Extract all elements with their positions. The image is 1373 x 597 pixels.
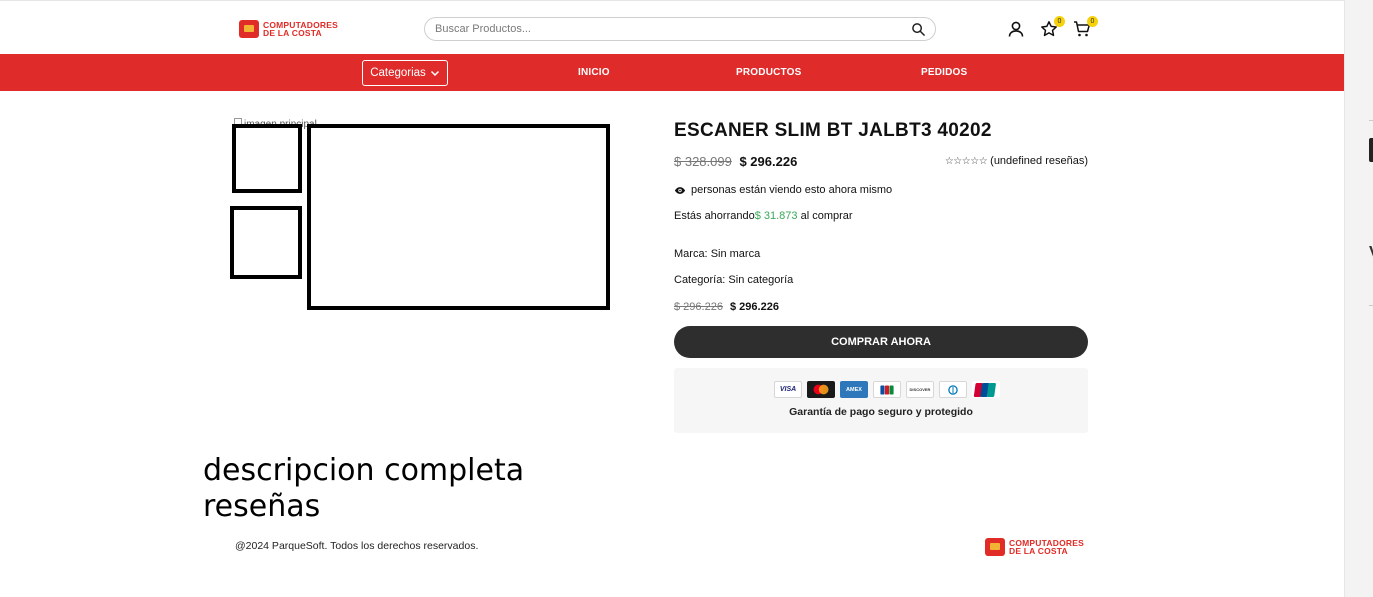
footer-logo[interactable]: COMPUTADORES DE LA COSTA — [985, 538, 1084, 556]
main-product-image — [307, 124, 610, 310]
top-header: COMPUTADORES DE LA COSTA 0 — [0, 0, 1344, 54]
saving-info: Estás ahorrando$ 31.873 al comprar — [674, 210, 853, 222]
category-label: Categoría: — [674, 274, 729, 286]
brand-value: Sin marca — [710, 248, 761, 260]
thumbnail-2[interactable] — [230, 206, 302, 279]
secondary-price-row: $ 296.226 $ 296.226 — [674, 301, 779, 313]
amex-card-icon: AMEX — [840, 381, 868, 398]
adjacent-window-tab-marker — [1369, 138, 1373, 162]
search-icon[interactable] — [911, 22, 926, 37]
account-button[interactable] — [1007, 20, 1025, 38]
viewing-text: personas están viendo esto ahora mismo — [691, 184, 893, 196]
current-price: $ 296.226 — [739, 154, 798, 169]
brand-info: Marca: Sin marca — [674, 248, 760, 260]
price-row: $ 328.099 $ 296.226 ☆☆☆☆☆ (undefined res… — [674, 154, 1088, 170]
payment-cards: VISA AMEX DISCOVER — [774, 381, 1000, 398]
footer-logo-line-2: DE LA COSTA — [1009, 546, 1068, 556]
old-price: $ 328.099 — [674, 154, 732, 169]
user-icon — [1008, 21, 1024, 37]
saving-prefix: Estás ahorrando — [674, 210, 755, 222]
brand-label: Marca: — [674, 248, 711, 260]
cart-button[interactable]: 0 — [1073, 16, 1098, 38]
search-bar — [424, 17, 936, 41]
nav-link-pedidos[interactable]: PEDIDOS — [921, 67, 967, 78]
nav-link-productos[interactable]: PRODUCTOS — [736, 67, 802, 78]
logo-mark-icon — [239, 20, 259, 38]
adjacent-window-edge: V — [1344, 0, 1373, 597]
payment-methods-box: VISA AMEX DISCOVER Garantía de pago segu… — [674, 368, 1088, 433]
secondary-old-price: $ 296.226 — [674, 301, 723, 313]
mastercard-card-icon — [807, 381, 835, 398]
diners-card-icon — [939, 381, 967, 398]
payment-guarantee-text: Garantía de pago seguro y protegido — [789, 406, 973, 418]
discover-card-icon: DISCOVER — [906, 381, 934, 398]
rating-stars-icon: ☆☆☆☆☆ — [944, 155, 988, 167]
main-navbar: Categorias INICIO PRODUCTOS PEDIDOS — [0, 54, 1344, 91]
buy-now-button[interactable]: COMPRAR AHORA — [674, 326, 1088, 358]
description-section-title: descripcion completa — [203, 453, 525, 488]
viewing-now: personas están viendo esto ahora mismo — [674, 184, 892, 196]
reviews-count: (undefined reseñas) — [990, 155, 1088, 167]
adjacent-window-letter: V — [1369, 244, 1373, 262]
cart-count-badge: 0 — [1087, 16, 1098, 27]
category-value: Sin categoría — [728, 274, 794, 286]
site-logo[interactable]: COMPUTADORES DE LA COSTA — [239, 20, 338, 38]
category-info: Categoría: Sin categoría — [674, 274, 793, 286]
footer-copyright: @2024 ParqueSoft. Todos los derechos res… — [235, 540, 479, 552]
wishlist-button[interactable]: 0 — [1040, 16, 1065, 38]
saving-suffix: al comprar — [797, 210, 853, 222]
categories-dropdown[interactable]: Categorias — [362, 60, 448, 86]
unionpay-card-icon — [972, 381, 1000, 398]
visa-card-icon: VISA — [774, 381, 802, 398]
nav-link-inicio[interactable]: INICIO — [578, 67, 610, 78]
content-sections: descripcion completa reseñas — [203, 453, 524, 525]
categories-label: Categorias — [370, 67, 426, 79]
wishlist-count-badge: 0 — [1054, 16, 1065, 27]
eye-icon — [674, 186, 686, 194]
secondary-current-price: $ 296.226 — [730, 301, 779, 313]
header-actions: 0 0 — [1007, 16, 1098, 40]
saving-amount: $ 31.873 — [754, 210, 798, 222]
logo-line-2: DE LA COSTA — [263, 28, 322, 38]
footer-logo-mark-icon — [985, 538, 1005, 556]
jcb-card-icon — [873, 381, 901, 398]
product-title: ESCANER SLIM BT JALBT3 40202 — [674, 120, 992, 141]
thumbnail-1[interactable] — [232, 124, 302, 193]
rating[interactable]: ☆☆☆☆☆ (undefined reseñas) — [945, 155, 1088, 167]
search-input[interactable] — [435, 21, 895, 37]
reviews-section-title: reseñas — [203, 489, 321, 524]
chevron-down-icon — [430, 70, 439, 77]
